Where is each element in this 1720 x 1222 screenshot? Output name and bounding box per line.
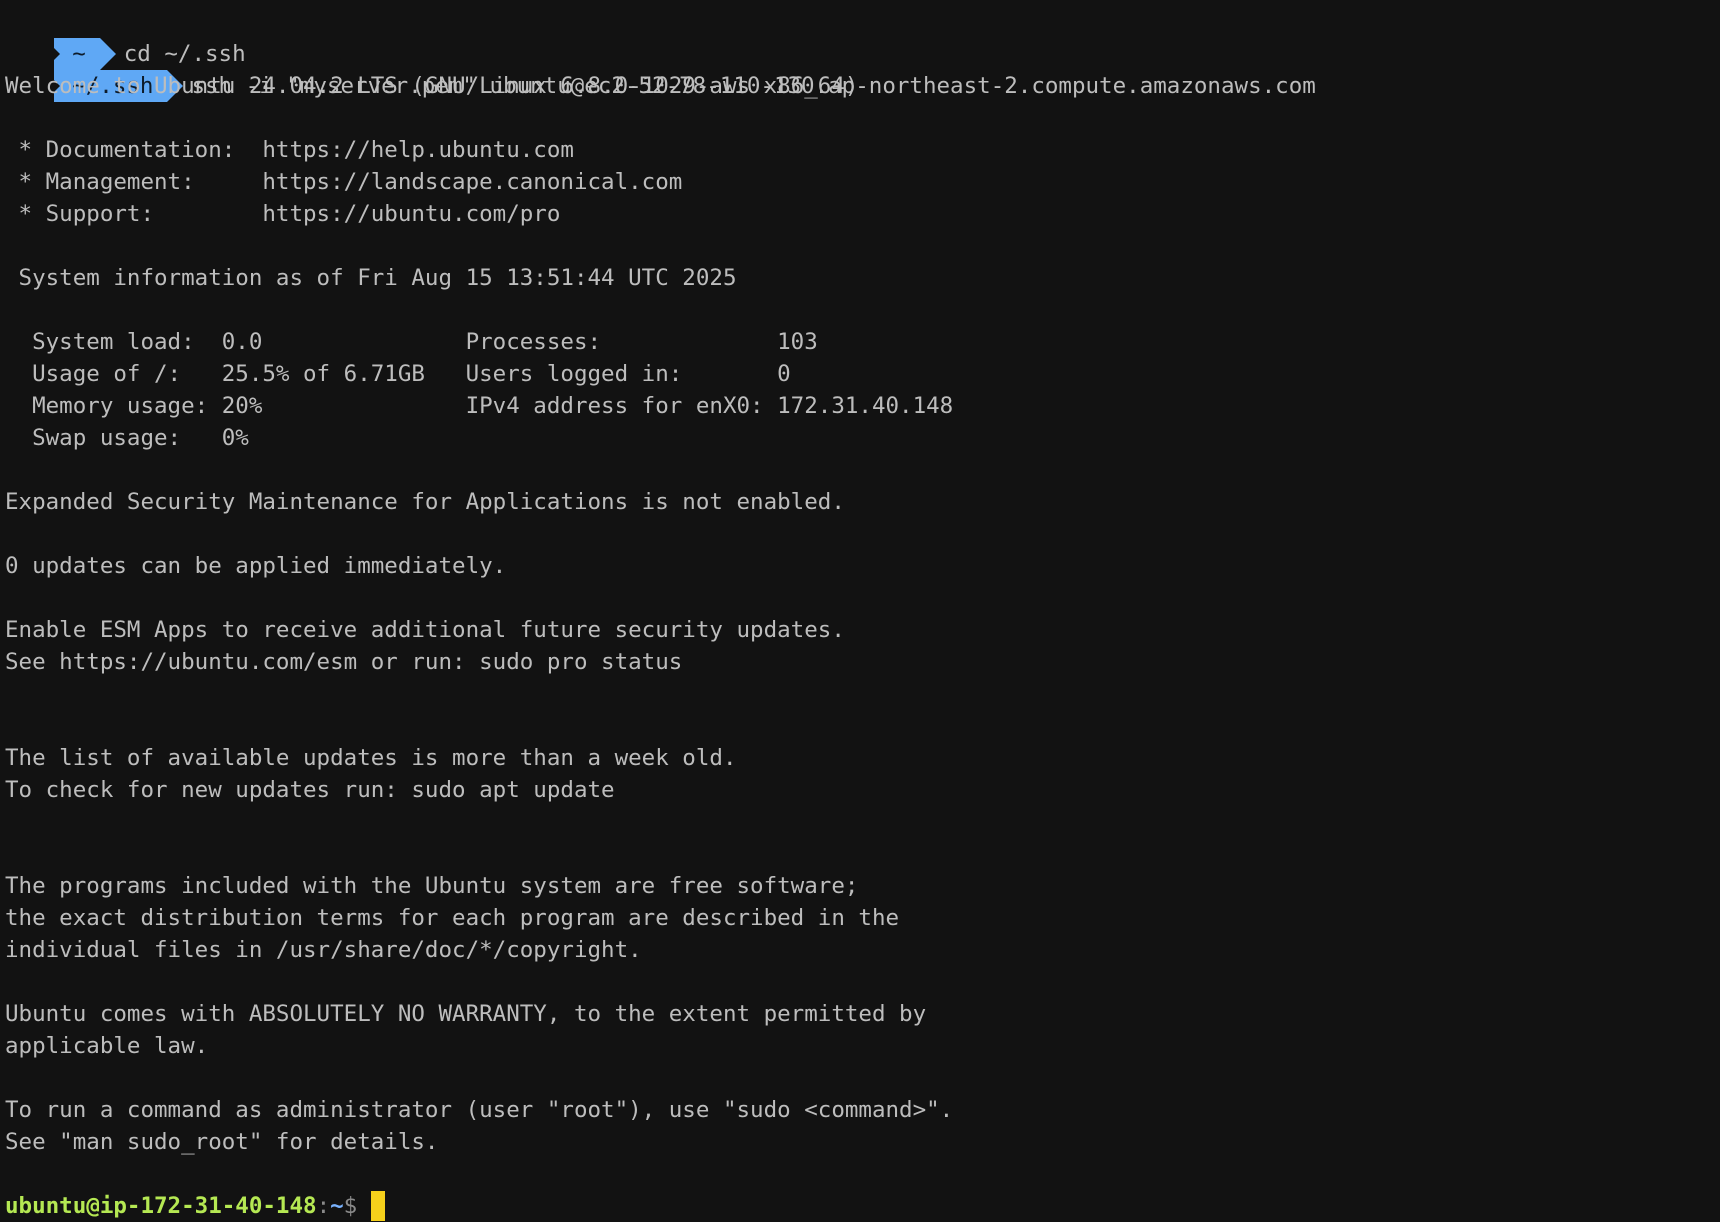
output-line: Welcome to Ubuntu 24.04.2 LTS (GNU/Linux… xyxy=(5,73,859,99)
output-line: Enable ESM Apps to receive additional fu… xyxy=(5,617,845,643)
output-line: applicable law. xyxy=(5,1033,209,1059)
output-line: System load: 0.0 Processes: 103 xyxy=(5,329,818,355)
prompt-separator: : xyxy=(316,1193,331,1219)
output-line: Expanded Security Maintenance for Applic… xyxy=(5,489,845,515)
prompt-path: ~ xyxy=(330,1193,344,1219)
terminal-window[interactable]: ~ cd ~/.ssh ~/.ssh ssh -i "myserver.pem" u… xyxy=(0,6,1720,1222)
output-line: See https://ubuntu.com/esm or run: sudo … xyxy=(5,649,683,675)
output-line: Ubuntu comes with ABSOLUTELY NO WARRANTY… xyxy=(5,1001,927,1027)
output-line: individual files in /usr/share/doc/*/cop… xyxy=(5,937,642,963)
output-line: To check for new updates run: sudo apt u… xyxy=(5,777,615,803)
output-line: Usage of /: 25.5% of 6.71GB Users logged… xyxy=(5,361,791,387)
output-line: See "man sudo_root" for details. xyxy=(5,1129,439,1155)
output-line: the exact distribution terms for each pr… xyxy=(5,905,900,931)
output-line: 0 updates can be applied immediately. xyxy=(5,553,507,579)
prompt-symbol: $ xyxy=(343,1193,358,1219)
prompt-line-cd: ~ cd ~/.ssh xyxy=(0,6,1720,70)
output-line: * Management: https://landscape.canonica… xyxy=(5,169,683,195)
output-line: * Documentation: https://help.ubuntu.com xyxy=(5,137,574,163)
output-line: To run a command as administrator (user … xyxy=(5,1097,954,1123)
shell-prompt-line[interactable]: ubuntu@ip-172-31-40-148:~$ xyxy=(0,1190,1720,1222)
prompt-line-ssh: ~/.ssh ssh -i "myserver.pem" ubuntu@ec2-5… xyxy=(0,38,1720,102)
output-line: * Support: https://ubuntu.com/pro xyxy=(5,201,561,227)
output-line: Swap usage: 0% xyxy=(5,425,249,451)
output-line: System information as of Fri Aug 15 13:5… xyxy=(5,265,737,291)
output-line: The list of available updates is more th… xyxy=(5,745,737,771)
output-line: Memory usage: 20% IPv4 address for enX0:… xyxy=(5,393,954,419)
output-line: The programs included with the Ubuntu sy… xyxy=(5,873,859,899)
terminal-output: Welcome to Ubuntu 24.04.2 LTS (GNU/Linux… xyxy=(0,70,1720,1190)
prompt-user-host: ubuntu@ip-172-31-40-148 xyxy=(5,1193,317,1219)
text-cursor[interactable] xyxy=(371,1190,386,1221)
